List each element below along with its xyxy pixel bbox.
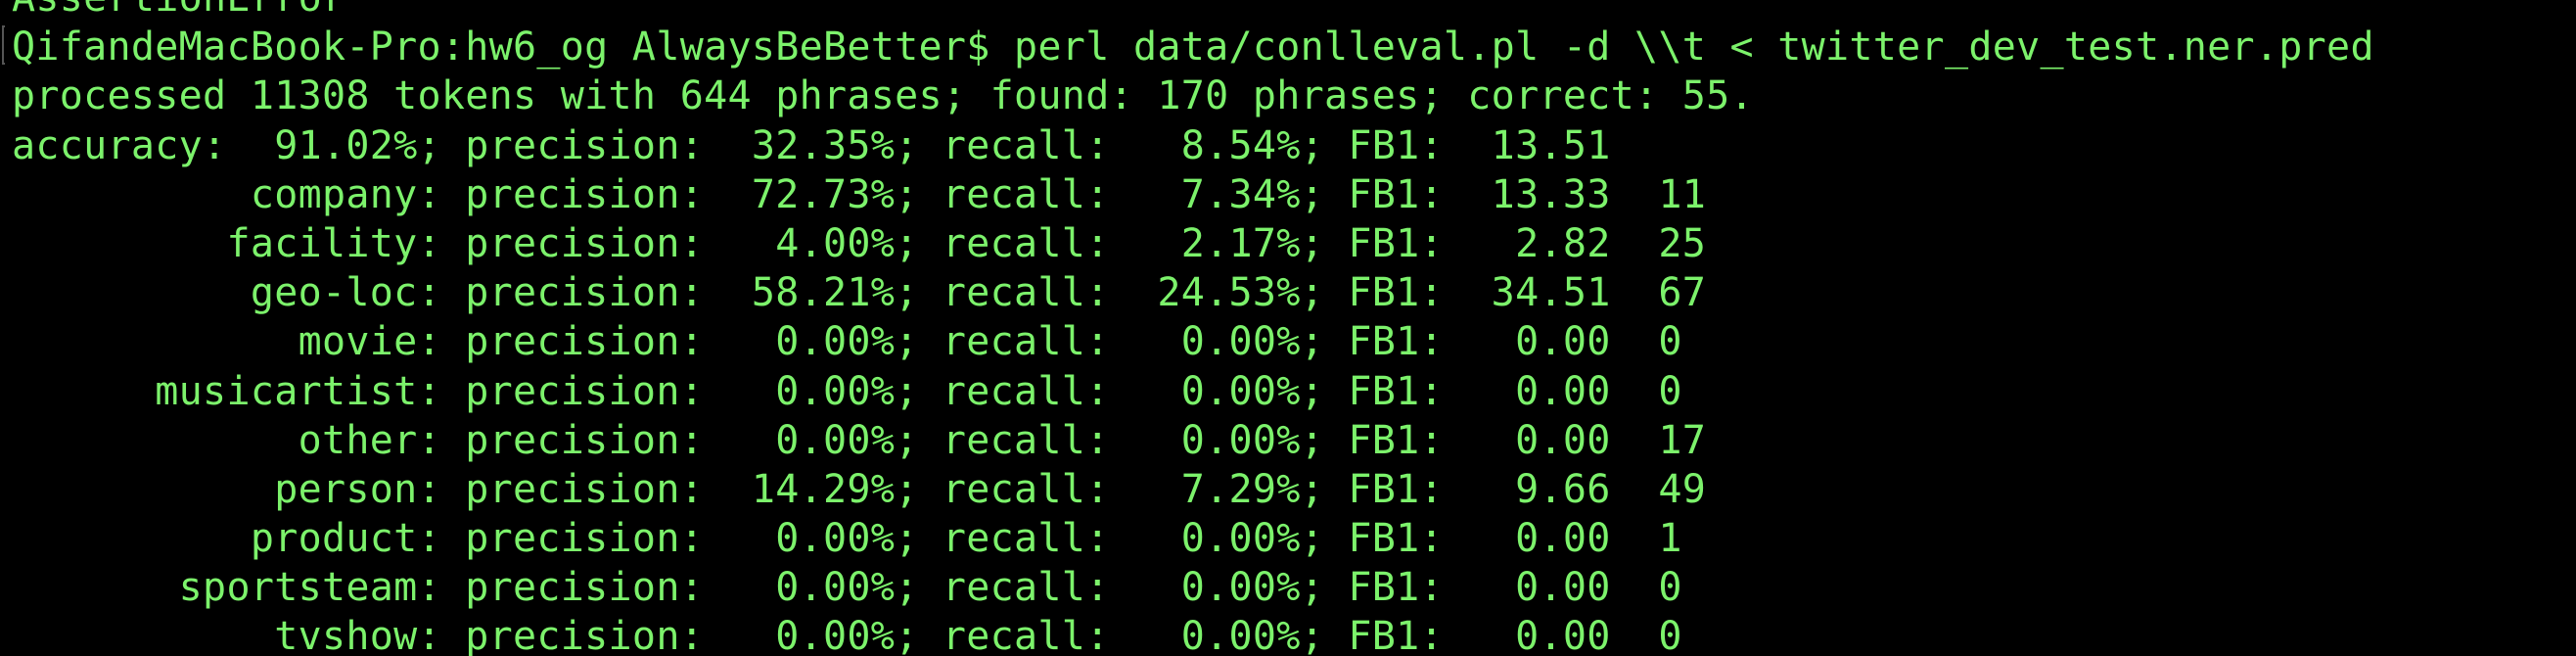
terminal-line-geo-loc: geo-loc: precision: 58.21%; recall: 24.5… xyxy=(12,270,1707,316)
terminal-line-error: AssertionError xyxy=(12,0,2374,23)
terminal-line-facility: facility: precision: 4.00%; recall: 2.17… xyxy=(12,220,1707,266)
terminal-line-company: company: precision: 72.73%; recall: 7.34… xyxy=(12,171,1707,217)
terminal-window[interactable]: AssertionError QifandeMacBook-Pro:hw6_og… xyxy=(0,0,2576,656)
terminal-output: AssertionError QifandeMacBook-Pro:hw6_og… xyxy=(12,0,2374,656)
terminal-line-processed: processed 11308 tokens with 644 phrases;… xyxy=(12,73,1754,119)
terminal-line-accuracy: accuracy: 91.02%; precision: 32.35%; rec… xyxy=(12,122,1611,168)
terminal-line-musicartist: musicartist: precision: 0.00%; recall: 0… xyxy=(12,368,1682,414)
terminal-line-movie: movie: precision: 0.00%; recall: 0.00%; … xyxy=(12,319,1682,365)
terminal-line-other: other: precision: 0.00%; recall: 0.00%; … xyxy=(12,417,1707,463)
terminal-line-sportsteam: sportsteam: precision: 0.00%; recall: 0.… xyxy=(12,565,1682,611)
selection-marker xyxy=(2,25,5,65)
terminal-line-person: person: precision: 14.29%; recall: 7.29%… xyxy=(12,466,1707,512)
terminal-line-command: QifandeMacBook-Pro:hw6_og AlwaysBeBetter… xyxy=(12,24,2374,70)
terminal-line-tvshow: tvshow: precision: 0.00%; recall: 0.00%;… xyxy=(12,614,1682,656)
terminal-line-product: product: precision: 0.00%; recall: 0.00%… xyxy=(12,516,1682,562)
